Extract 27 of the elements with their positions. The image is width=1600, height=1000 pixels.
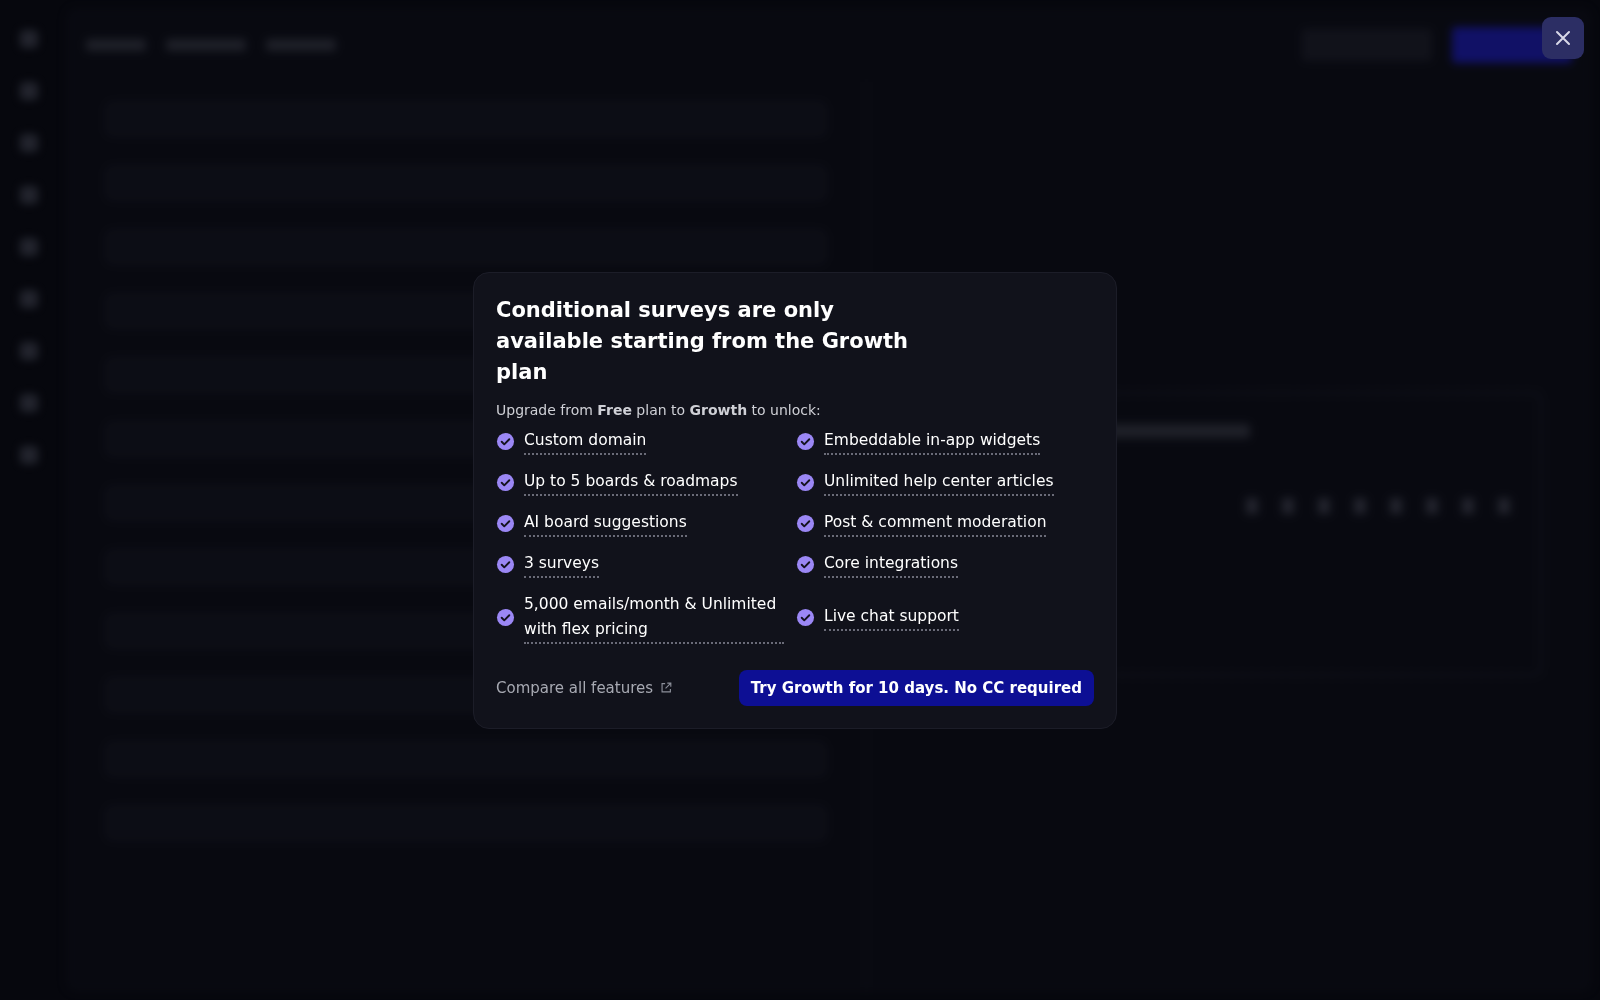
feature-label: Unlimited help center articles — [824, 468, 1054, 496]
close-icon — [1553, 28, 1573, 48]
feature-label: Post & comment moderation — [824, 509, 1047, 537]
check-icon — [796, 431, 815, 451]
feature-label: Up to 5 boards & roadmaps — [524, 468, 738, 496]
check-icon — [796, 554, 815, 574]
check-icon — [496, 554, 515, 574]
dialog-subtitle: Upgrade from Free plan to Growth to unlock: — [496, 401, 822, 418]
check-icon — [496, 513, 515, 533]
check-icon — [796, 472, 815, 492]
try-growth-button[interactable]: Try Growth for 10 days. No CC required — [738, 669, 1094, 706]
check-icon — [796, 513, 815, 533]
feature-label: Live chat support — [824, 604, 959, 631]
check-icon — [796, 608, 815, 627]
compare-features-link[interactable]: Compare all features — [496, 678, 674, 697]
close-button[interactable] — [1542, 17, 1584, 59]
feature-label: 5,000 emails/month & Unlimited with flex pricing — [524, 591, 784, 644]
feature-label: Embeddable in-app widgets — [824, 427, 1041, 455]
external-link-icon — [659, 680, 674, 695]
feature-label: 3 surveys — [524, 550, 600, 578]
check-icon — [496, 472, 515, 492]
feature-label: AI board suggestions — [524, 509, 687, 537]
dialog-title: Conditional surveys are only available starting from the Growth plan — [496, 296, 910, 386]
feature-label: Custom domain — [524, 427, 647, 455]
feature-label: Core integrations — [824, 550, 959, 578]
check-icon — [496, 431, 515, 451]
check-icon — [496, 608, 515, 627]
